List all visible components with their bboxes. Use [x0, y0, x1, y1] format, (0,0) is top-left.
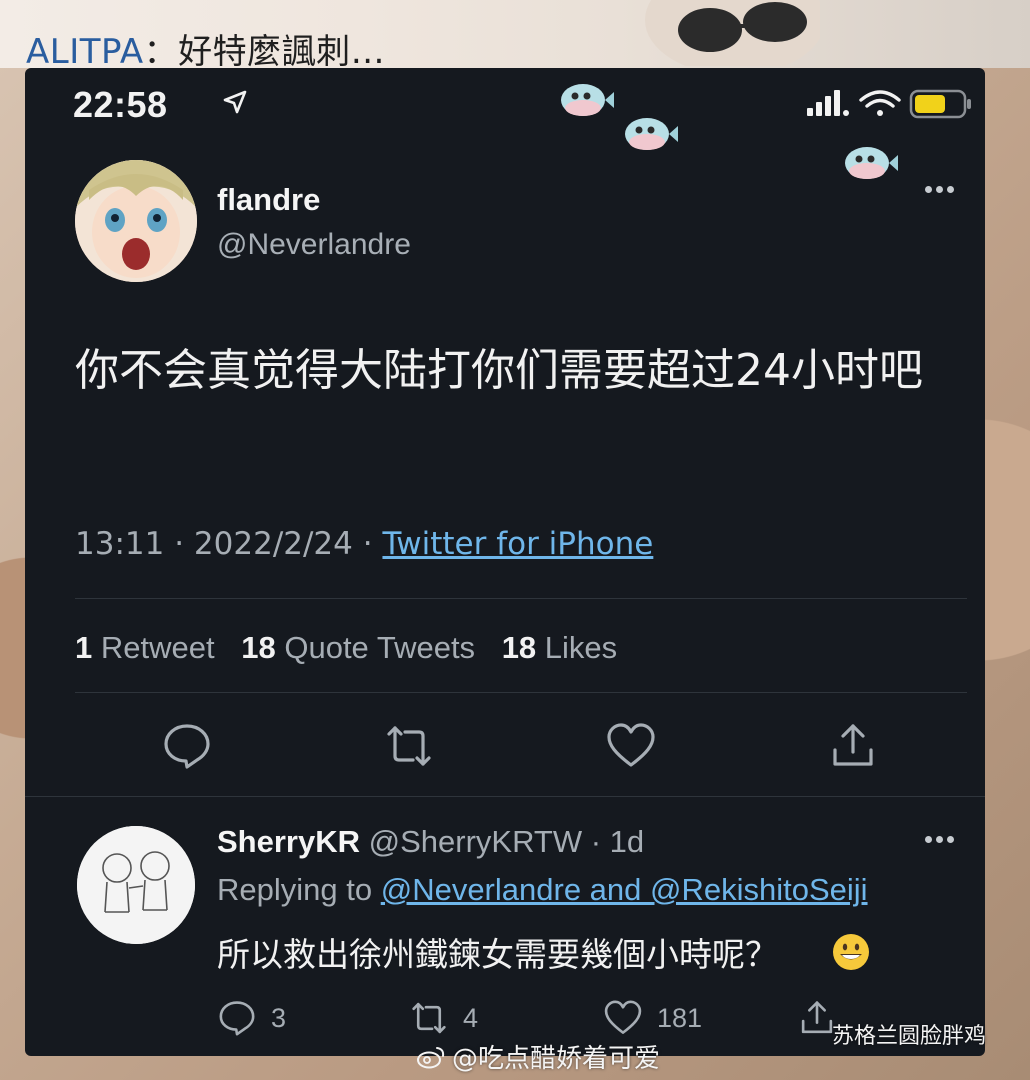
battery-icon: [909, 89, 971, 119]
reply-author-name[interactable]: SherryKR: [217, 824, 360, 859]
tweet-stats: 1 Retweet 18 Quote Tweets 18 Likes: [75, 630, 617, 666]
author-avatar[interactable]: [75, 160, 197, 282]
divider: [75, 598, 967, 599]
caption-text: 好特麼諷刺…: [178, 32, 386, 72]
more-options-icon[interactable]: [925, 180, 965, 196]
reply-share-action[interactable]: [797, 998, 837, 1038]
weibo-logo-icon: [417, 1046, 445, 1068]
meta-separator: ·: [174, 526, 194, 562]
retweets-label: Retweet: [100, 630, 215, 665]
tweet-text: 你不会真觉得大陆打你们需要超过24小时吧: [75, 345, 923, 396]
reply-age: 1d: [609, 824, 645, 859]
reply-text: 所以救出徐州鐵鍊女需要幾個小時呢？: [217, 935, 778, 974]
retweet-icon: [412, 1002, 446, 1034]
reply-header: SherryKR @SherryKRTW · 1d: [217, 824, 644, 860]
reply-retweet-count: 4: [463, 1002, 479, 1033]
pufferfish-sticker: [845, 147, 898, 179]
retweets-count: 1: [75, 630, 93, 665]
pufferfish-sticker: [561, 84, 614, 116]
reply-more-options-icon[interactable]: [925, 830, 965, 846]
watermark-right-text: 苏格兰圆脸胖鸡: [832, 1024, 987, 1049]
likes-count: 18: [501, 630, 537, 665]
like-icon[interactable]: [605, 720, 657, 772]
reply-icon[interactable]: [161, 720, 213, 772]
quotes-count: 18: [241, 630, 276, 665]
watermark-center-text: @吃点醋娇着可爱: [452, 1044, 661, 1074]
author-name[interactable]: flandre: [217, 182, 320, 218]
replying-to-line: Replying to @Neverlandre and @RekishitoS…: [217, 872, 868, 908]
share-icon: [801, 1001, 833, 1034]
reply-like-count: 181: [657, 1002, 703, 1033]
replying-mentions[interactable]: @Neverlandre and @RekishitoSeiji: [381, 872, 868, 907]
tweet-client-link[interactable]: Twitter for iPhone: [382, 526, 653, 562]
tweet-time: 13:11: [75, 526, 165, 562]
reply-author-handle[interactable]: @SherryKRTW: [369, 824, 582, 859]
tweet-screenshot-panel: 22:58 flandre @Neverlandre 你不会真觉得大陆打你们需要…: [25, 68, 985, 1056]
background-portrait-image: [645, 0, 820, 66]
caption-separator: ：: [143, 32, 179, 72]
reply-like-action[interactable]: 181: [603, 998, 702, 1038]
status-time: 22:58: [73, 84, 168, 125]
reply-icon: [219, 1001, 255, 1036]
likes-label: Likes: [544, 630, 618, 665]
wifi-icon: [859, 90, 901, 116]
share-icon[interactable]: [827, 720, 879, 772]
divider: [75, 692, 967, 693]
meta-separator: ·: [362, 526, 383, 562]
quotes-label: Quote Tweets: [284, 630, 476, 665]
reply-author-avatar[interactable]: [77, 826, 195, 944]
divider: [25, 796, 985, 797]
retweets-stat[interactable]: 1 Retweet: [75, 630, 215, 665]
pufferfish-sticker: [625, 118, 678, 150]
reply-reply-action[interactable]: 3: [217, 998, 286, 1038]
quotes-stat[interactable]: 18 Quote Tweets: [241, 630, 475, 665]
location-arrow-icon: [223, 90, 247, 114]
post-caption: ALITPA：好特麼諷刺…: [26, 24, 385, 73]
tweet-date: 2022/2/24: [193, 526, 353, 562]
weibo-watermark: @吃点醋娇着可爱: [416, 1038, 660, 1075]
retweet-icon[interactable]: [383, 720, 435, 772]
reply-retweet-action[interactable]: 4: [409, 998, 478, 1038]
caption-source: ALITPA: [26, 32, 144, 72]
likes-stat[interactable]: 18 Likes: [502, 630, 617, 665]
reply-reply-count: 3: [271, 1002, 287, 1033]
grinning-emoji-icon: [833, 934, 869, 970]
replying-prefix: Replying to: [217, 872, 373, 907]
author-handle[interactable]: @Neverlandre: [217, 228, 411, 262]
meta-separator: ·: [582, 824, 610, 859]
signal-icon: [807, 90, 849, 116]
tweet-metadata: 13:11 · 2022/2/24 · Twitter for iPhone: [75, 526, 653, 562]
like-icon: [604, 1000, 642, 1034]
status-indicators: [807, 89, 971, 119]
